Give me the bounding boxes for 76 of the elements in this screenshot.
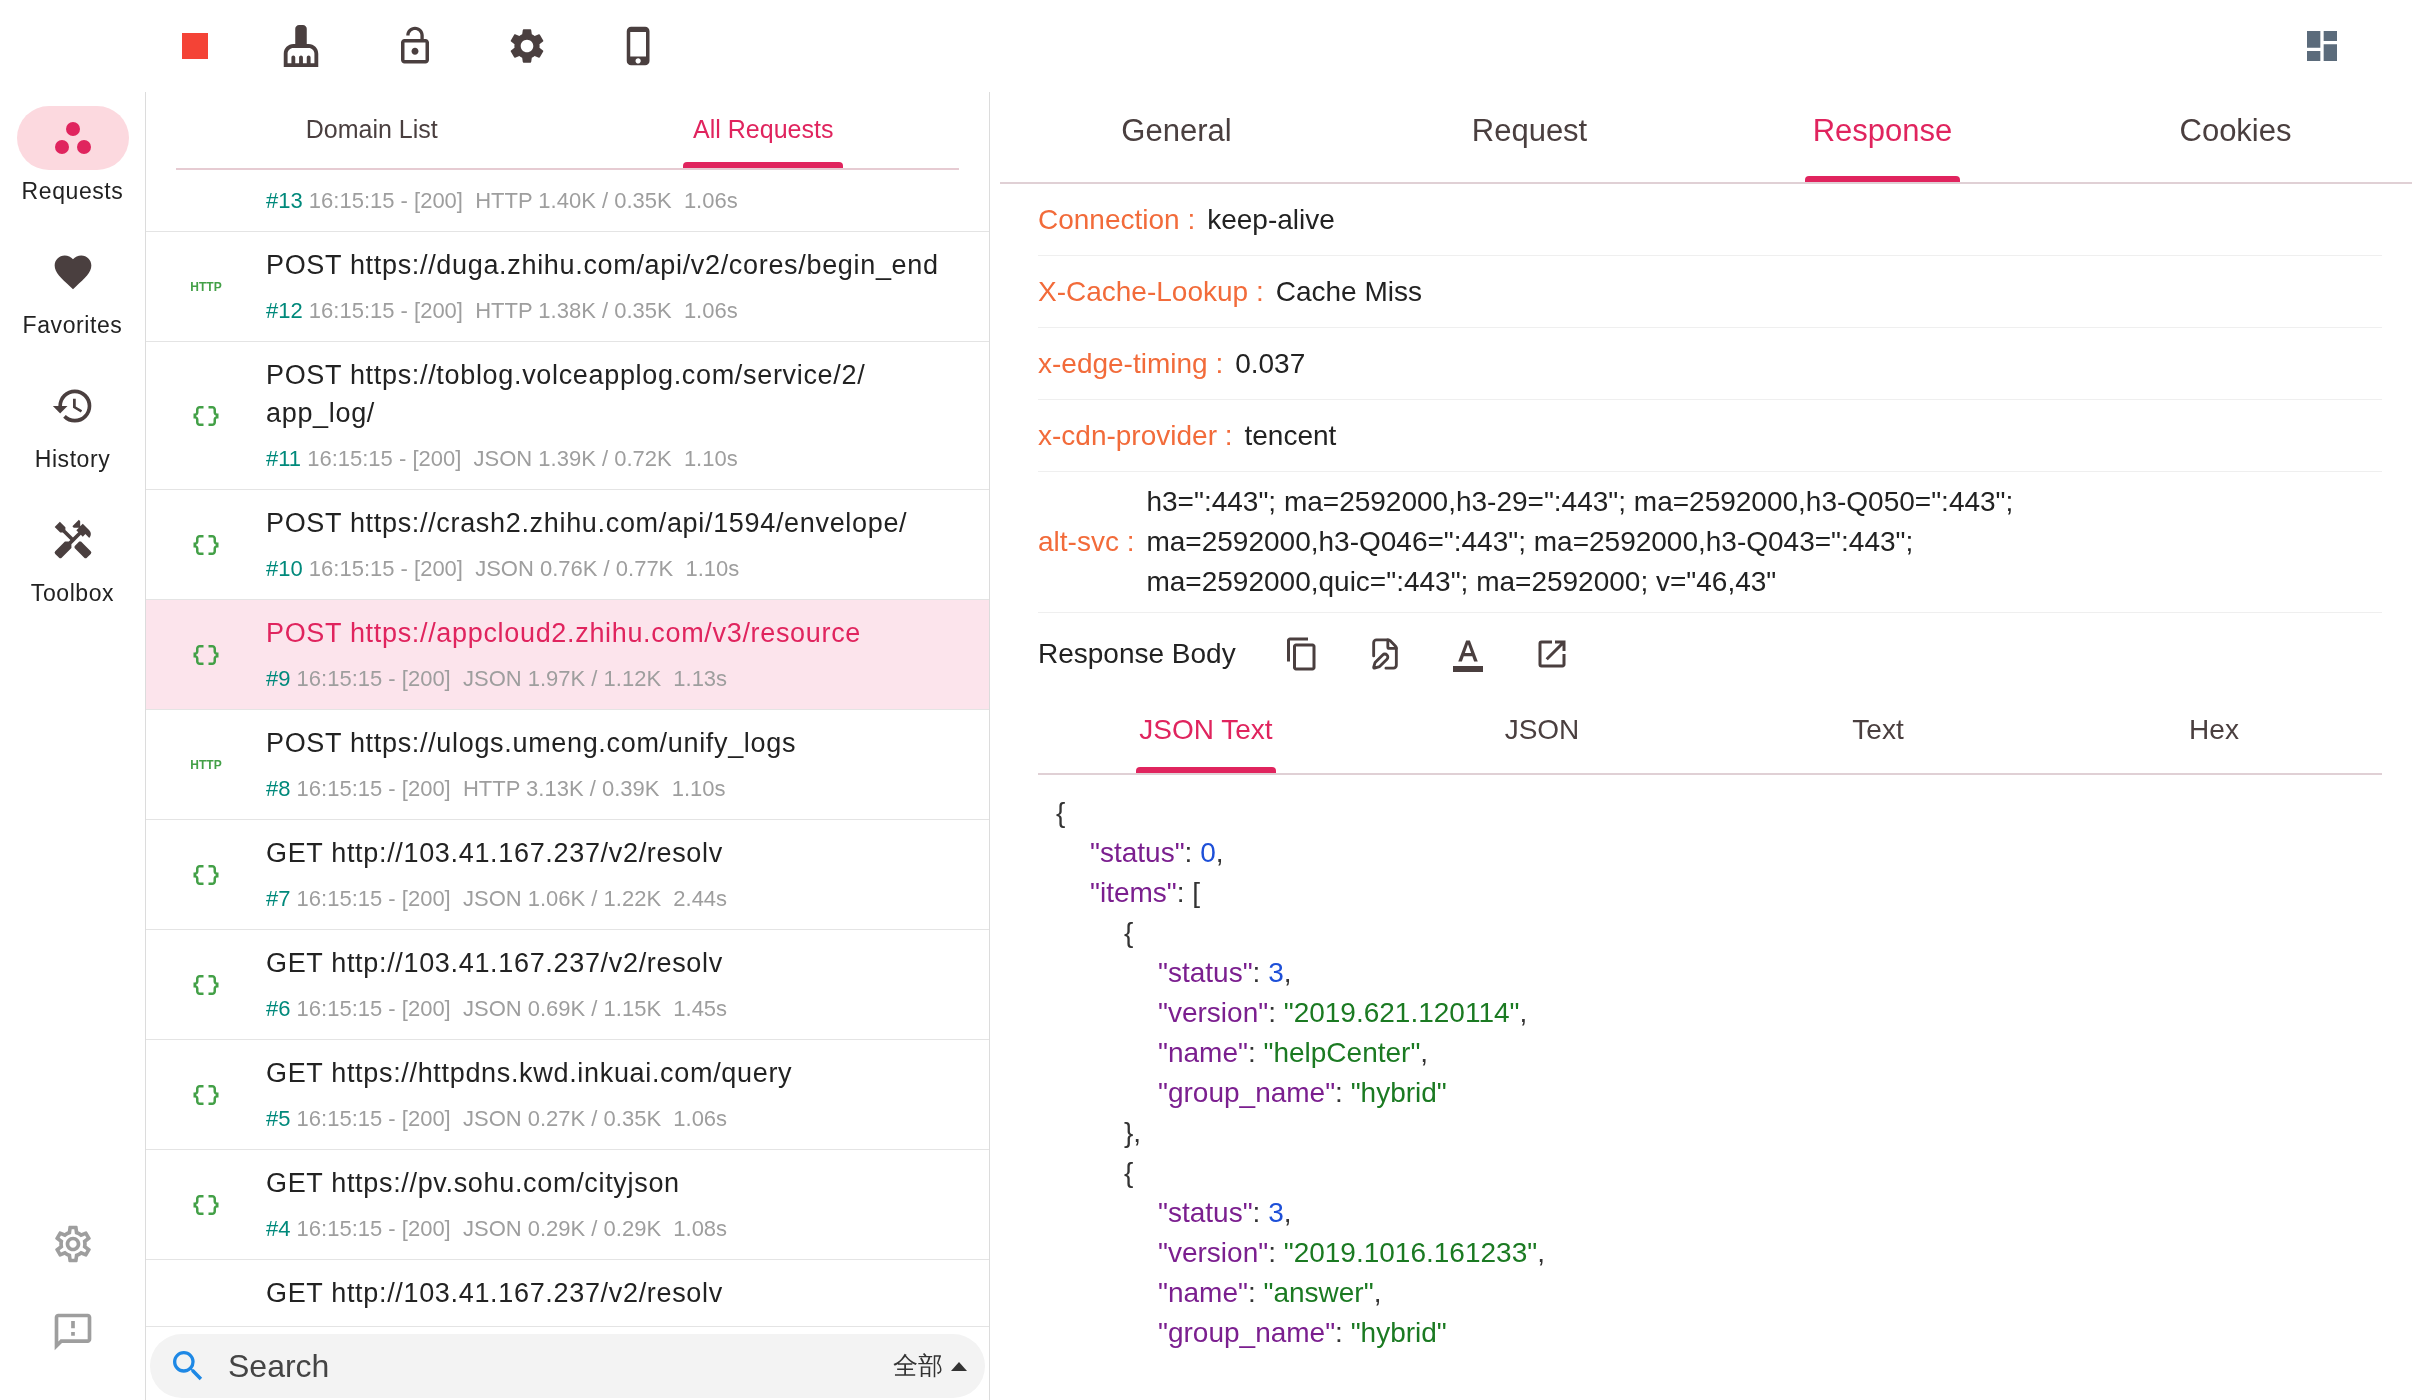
request-url: POST https://toblog.volceapplog.com/service/2/ app_log/ (266, 359, 867, 430)
header-value: tencent (1244, 418, 1337, 453)
body-tab[interactable]: JSON Text (1038, 691, 1374, 773)
request-row[interactable]: GET http://103.41.167.237/v2/resolv (146, 1260, 989, 1327)
detail-tab[interactable]: Request (1353, 89, 1706, 182)
request-url: GET https://pv.sohu.com/cityjson (266, 1167, 681, 1200)
request-meta: #12 16:15:15 - [200] HTTP 1.38K / 0.35K 1.06s (266, 297, 738, 325)
body-tab[interactable]: Hex (2046, 691, 2382, 773)
code-line: "status": 0, (1090, 836, 1224, 870)
code-line: { (1124, 1156, 1134, 1190)
request-url: GET https://httpdns.kwd.inkuai.com/query (266, 1057, 793, 1090)
request-meta: #10 16:15:15 - [200] JSON 0.76K / 0.77K 1.10s (266, 555, 740, 583)
request-meta: #9 16:15:15 - [200] JSON 1.97K / 1.12K 1.13s (266, 665, 728, 693)
detail-tab[interactable]: Cookies (2059, 89, 2412, 182)
request-meta: #8 16:15:15 - [200] HTTP 3.13K / 0.39K 1.10s (266, 775, 726, 803)
request-url: GET http://103.41.167.237/v2/resolv (266, 1277, 723, 1310)
code-line: "group_name": "hybrid" (1158, 1316, 1447, 1350)
code-line: "version": "2019.621.120114", (1158, 996, 1528, 1030)
request-row[interactable]: #13 16:15:15 - [200] HTTP 1.40K / 0.35K 1.06s (146, 170, 989, 232)
code-line: "status": 3, (1158, 1196, 1292, 1230)
request-meta: #6 16:15:15 - [200] JSON 0.69K / 1.15K 1.45s (266, 995, 728, 1023)
request-row[interactable]: GET https://pv.sohu.com/cityjson #4 16:15:15 - [200] JSON 0.29K / 0.29K 1.08s (146, 1150, 989, 1260)
request-url: POST https://crash2.zhihu.com/api/1594/envelope/ (266, 507, 908, 540)
request-row[interactable]: HTTP POST https://duga.zhihu.com/api/v2/cores/begin_end #12 16:15:15 - [200] HTTP 1.38K / 0.35K 1.06s (146, 232, 989, 342)
code-line: { (1124, 916, 1134, 950)
header-value: Cache Miss (1275, 274, 1422, 309)
request-url: POST https://appcloud2.zhihu.com/v3/resource (266, 617, 861, 650)
request-url: GET http://103.41.167.237/v2/resolv (266, 947, 724, 980)
request-row[interactable]: POST https://toblog.volceapplog.com/service/2/ app_log/ #11 16:15:15 - [200] JSON 1.39K / 0.72K 1.10s (146, 342, 989, 490)
header-value: keep-alive (1207, 202, 1335, 237)
section-title: Response Body (1038, 637, 1236, 671)
request-row[interactable]: GET http://103.41.167.237/v2/resolv #6 16:15:15 - [200] JSON 0.69K / 1.15K 1.45s (146, 930, 989, 1040)
code-line: }, (1124, 1116, 1142, 1150)
code-line: "group_name": "hybrid" (1158, 1076, 1447, 1110)
header-name: x-cdn-provider : (1038, 418, 1233, 453)
request-row[interactable]: HTTP POST https://ulogs.umeng.com/unify_logs #8 16:15:15 - [200] HTTP 3.13K / 0.39K 1.10s (146, 710, 989, 820)
list-tab[interactable]: Domain List (176, 92, 568, 168)
sidebar-item[interactable]: Favorites (0, 226, 145, 360)
header-name: x-edge-timing : (1038, 346, 1224, 381)
code-line: "name": "helpCenter", (1158, 1036, 1429, 1070)
header-name: X-Cache-Lookup : (1038, 274, 1264, 309)
code-line: "items": [ (1090, 876, 1201, 910)
body-tab[interactable]: JSON (1374, 691, 1710, 773)
body-tab[interactable]: Text (1710, 691, 2046, 773)
code-line: "name": "answer", (1158, 1276, 1382, 1310)
sidebar-item[interactable]: Requests (0, 92, 145, 226)
caret-icon (951, 1361, 967, 1371)
request-row[interactable]: POST https://appcloud2.zhihu.com/v3/resource #9 16:15:15 - [200] JSON 1.97K / 1.12K 1.13s (146, 600, 989, 710)
request-url: GET http://103.41.167.237/v2/resolv (266, 837, 724, 870)
sidebar-item[interactable]: Toolbox (0, 494, 145, 628)
three-dots-icon (52, 120, 93, 156)
request-meta: #7 16:15:15 - [200] JSON 1.06K / 1.22K 2.44s (266, 885, 728, 913)
request-meta: #5 16:15:15 - [200] JSON 0.27K / 0.35K 1.06s (266, 1105, 728, 1133)
request-meta: #4 16:15:15 - [200] JSON 0.29K / 0.29K 1.08s (266, 1215, 728, 1243)
request-meta: #13 16:15:15 - [200] HTTP 1.40K / 0.35K 1.06s (266, 187, 738, 215)
http-label: HTTP (190, 278, 222, 296)
detail-tab[interactable]: Response (1706, 89, 2059, 182)
header-name: alt-svc : (1038, 525, 1135, 559)
request-row[interactable]: GET http://103.41.167.237/v2/resolv #7 16:15:15 - [200] JSON 1.06K / 1.22K 2.44s (146, 820, 989, 930)
search-field[interactable]: Search (228, 1342, 893, 1390)
header-value: h3=":443"; ma=2592000,h3-29=":443"; ma=2592000,h3-Q050=":443"; ma=2592000,h3-Q046=":443"; ma=2592000,h3-Q043=":443"; ma=2592000,quic=":443"; ma=2592000; v="46,43" (1146, 485, 2015, 599)
search-bar[interactable]: Search 全部 (150, 1334, 985, 1398)
request-url: POST https://ulogs.umeng.com/unify_logs (266, 727, 797, 760)
request-url: POST https://duga.zhihu.com/api/v2/cores/begin_end (266, 249, 939, 282)
header-name: Connection : (1038, 202, 1196, 237)
detail-tab[interactable]: General (1000, 89, 1353, 182)
header-value: 0.037 (1235, 346, 1306, 381)
http-label: HTTP (190, 756, 222, 774)
sidebar-item[interactable]: History (0, 360, 145, 494)
code-line: { (1056, 796, 1066, 830)
filter-dropdown[interactable]: 全部 (893, 1347, 967, 1385)
code-line: "version": "2019.1016.161233", (1158, 1236, 1545, 1270)
request-meta: #11 16:15:15 - [200] JSON 1.39K / 0.72K 1.10s (266, 445, 738, 473)
request-row[interactable]: GET https://httpdns.kwd.inkuai.com/query #5 16:15:15 - [200] JSON 0.27K / 0.35K 1.06s (146, 1040, 989, 1150)
list-tab[interactable]: All Requests (567, 92, 959, 168)
code-line: "status": 3, (1158, 956, 1292, 990)
